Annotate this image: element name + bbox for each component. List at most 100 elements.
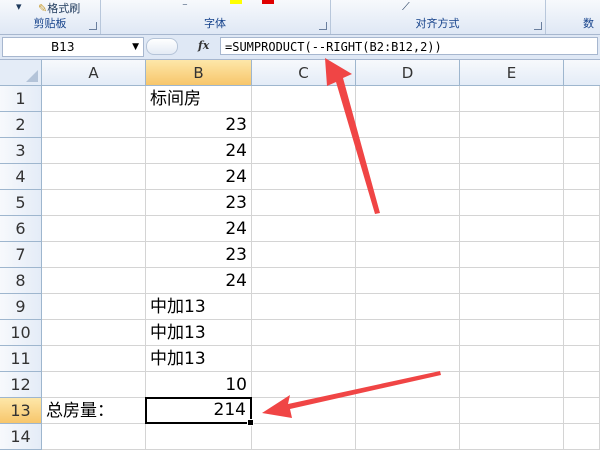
clipboard-launcher-icon[interactable] (89, 22, 97, 30)
cell-d6[interactable] (356, 216, 460, 242)
cell-c6[interactable] (252, 216, 356, 242)
cell-b11[interactable]: 中加13 (146, 346, 252, 372)
cell-a7[interactable] (42, 242, 146, 268)
cell-f1[interactable] (564, 86, 600, 112)
cell-a12[interactable] (42, 372, 146, 398)
cell-f13[interactable] (564, 398, 600, 424)
formula-input[interactable]: =SUMPRODUCT(--RIGHT(B2:B12,2)) (220, 37, 598, 55)
cell-d4[interactable] (356, 164, 460, 190)
row-header-11[interactable]: 11 (0, 346, 42, 372)
cell-f5[interactable] (564, 190, 600, 216)
cell-a9[interactable] (42, 294, 146, 320)
cell-a5[interactable] (42, 190, 146, 216)
alignment-launcher-icon[interactable] (534, 22, 542, 30)
cell-b7[interactable]: 23 (146, 242, 252, 268)
cell-b8[interactable]: 24 (146, 268, 252, 294)
cell-e11[interactable] (460, 346, 564, 372)
cell-b12[interactable]: 10 (146, 372, 252, 398)
cell-d5[interactable] (356, 190, 460, 216)
format-painter-button[interactable]: ✎格式刷 (38, 0, 80, 16)
font-option-icon[interactable]: ⁻ (182, 0, 188, 13)
row-header-14[interactable]: 14 (0, 424, 42, 450)
dropdown-arrow-icon[interactable]: ▾ (16, 0, 22, 13)
cell-e14[interactable] (460, 424, 564, 450)
cell-a1[interactable] (42, 86, 146, 112)
row-header-6[interactable]: 6 (0, 216, 42, 242)
cell-f8[interactable] (564, 268, 600, 294)
font-launcher-icon[interactable] (319, 22, 327, 30)
cell-c10[interactable] (252, 320, 356, 346)
column-header-b[interactable]: B (146, 60, 252, 86)
row-header-2[interactable]: 2 (0, 112, 42, 138)
cell-b5[interactable]: 23 (146, 190, 252, 216)
cell-f7[interactable] (564, 242, 600, 268)
row-header-4[interactable]: 4 (0, 164, 42, 190)
cell-e6[interactable] (460, 216, 564, 242)
row-header-9[interactable]: 9 (0, 294, 42, 320)
cell-d1[interactable] (356, 86, 460, 112)
cell-e9[interactable] (460, 294, 564, 320)
cell-c5[interactable] (252, 190, 356, 216)
cell-e7[interactable] (460, 242, 564, 268)
cell-a2[interactable] (42, 112, 146, 138)
cell-d14[interactable] (356, 424, 460, 450)
cell-e10[interactable] (460, 320, 564, 346)
cell-f10[interactable] (564, 320, 600, 346)
cell-c3[interactable] (252, 138, 356, 164)
cell-d11[interactable] (356, 346, 460, 372)
column-header-e[interactable]: E (460, 60, 564, 86)
row-header-8[interactable]: 8 (0, 268, 42, 294)
cell-f11[interactable] (564, 346, 600, 372)
cell-c4[interactable] (252, 164, 356, 190)
cell-a14[interactable] (42, 424, 146, 450)
name-box[interactable]: B13 ▼ (2, 37, 144, 57)
row-header-10[interactable]: 10 (0, 320, 42, 346)
column-header-a[interactable]: A (42, 60, 146, 86)
font-color-icon[interactable] (262, 0, 274, 4)
column-header-c[interactable]: C (252, 60, 356, 86)
cell-a10[interactable] (42, 320, 146, 346)
cell-f4[interactable] (564, 164, 600, 190)
select-all-button[interactable] (0, 60, 42, 86)
cell-b2[interactable]: 23 (146, 112, 252, 138)
cell-b14[interactable] (146, 424, 252, 450)
cell-b6[interactable]: 24 (146, 216, 252, 242)
cell-f9[interactable] (564, 294, 600, 320)
cell-e8[interactable] (460, 268, 564, 294)
highlight-color-icon[interactable] (230, 0, 242, 4)
row-header-7[interactable]: 7 (0, 242, 42, 268)
cell-e2[interactable] (460, 112, 564, 138)
cell-b9[interactable]: 中加13 (146, 294, 252, 320)
formula-bar-resize-handle[interactable] (146, 38, 178, 55)
cell-b4[interactable]: 24 (146, 164, 252, 190)
cell-c2[interactable] (252, 112, 356, 138)
cell-d2[interactable] (356, 112, 460, 138)
insert-function-icon[interactable]: fx (198, 37, 209, 55)
cell-a3[interactable] (42, 138, 146, 164)
cell-d8[interactable] (356, 268, 460, 294)
cell-d9[interactable] (356, 294, 460, 320)
row-header-1[interactable]: 1 (0, 86, 42, 112)
cell-e12[interactable] (460, 372, 564, 398)
cell-a6[interactable] (42, 216, 146, 242)
cell-a13[interactable]: 总房量： (42, 398, 146, 424)
cell-c9[interactable] (252, 294, 356, 320)
cell-b10[interactable]: 中加13 (146, 320, 252, 346)
row-header-13[interactable]: 13 (0, 398, 42, 424)
name-box-dropdown-icon[interactable]: ▼ (132, 38, 139, 56)
cell-b1[interactable]: 标间房 (146, 86, 252, 112)
cell-d13[interactable] (356, 398, 460, 424)
cell-d12[interactable] (356, 372, 460, 398)
cell-c14[interactable] (252, 424, 356, 450)
cell-c8[interactable] (252, 268, 356, 294)
column-header-f[interactable] (564, 60, 600, 86)
row-header-5[interactable]: 5 (0, 190, 42, 216)
cell-f3[interactable] (564, 138, 600, 164)
text-direction-icon[interactable]: ⟋ (402, 0, 410, 14)
cell-b13[interactable]: 214 (145, 397, 254, 426)
cell-c12[interactable] (252, 372, 356, 398)
cell-a8[interactable] (42, 268, 146, 294)
cell-a11[interactable] (42, 346, 146, 372)
cell-d10[interactable] (356, 320, 460, 346)
cell-d7[interactable] (356, 242, 460, 268)
